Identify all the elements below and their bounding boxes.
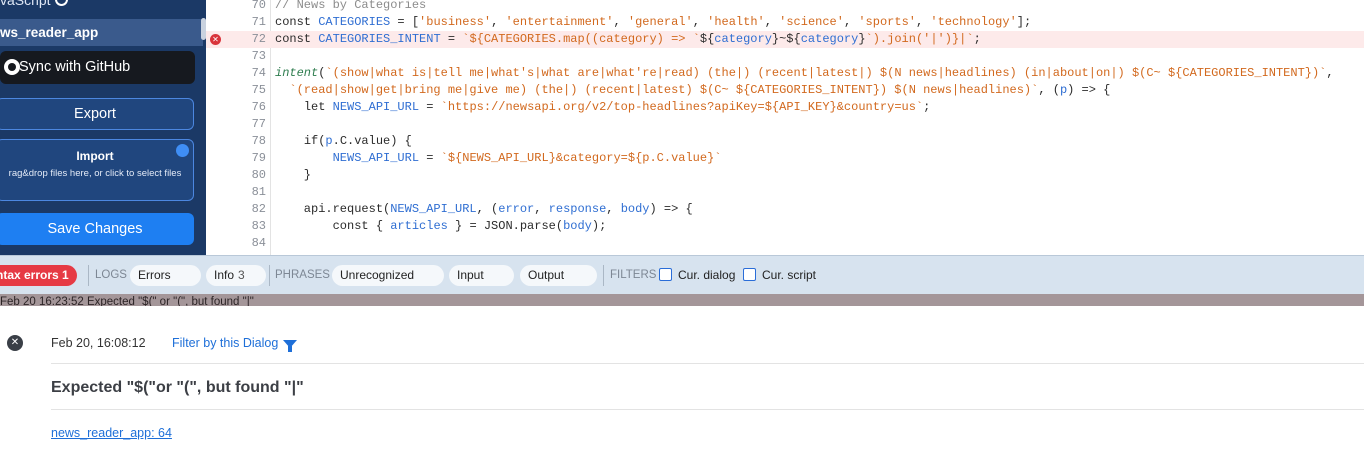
code-text: NEWS_API_URL = `${NEWS_API_URL}&category… [332, 151, 722, 165]
line-number: 83 [251, 219, 266, 233]
code-text: let NEWS_API_URL = `https://newsapi.org/… [303, 100, 931, 114]
code-editor[interactable]: 70 // News by Categories 71 const CATEGORIE… [206, 0, 1364, 255]
github-icon [4, 59, 20, 75]
toolbar-divider [603, 265, 604, 286]
sync-github-button[interactable]: Sync with GitHub [0, 51, 195, 84]
code-line[interactable]: 73 [206, 48, 1364, 65]
code-text: if(p.C.value) { [303, 134, 412, 148]
code-text: const CATEGORIES_INTENT = `${CATEGORIES.… [275, 32, 981, 46]
export-button[interactable]: Export [0, 98, 194, 130]
toolbar-divider [269, 265, 270, 286]
error-detail-panel: ✕ Feb 20, 16:08:12 Filter by this Dialog… [0, 306, 1364, 452]
line-number: 75 [251, 83, 266, 97]
syntax-errors-label: ntax errors [0, 268, 59, 282]
line-number: 82 [251, 202, 266, 216]
line-number: 79 [251, 151, 266, 165]
error-message: Expected "$("or "(", but found "|" [51, 379, 304, 396]
filter-icon [283, 340, 298, 352]
import-dropzone[interactable]: Import rag&drop files here, or click to … [0, 139, 194, 201]
code-text: intent(`(show|what is|tell me|what's|wha… [275, 66, 1334, 80]
info-filter-chip[interactable]: Info 3 [206, 265, 266, 286]
error-marker-icon[interactable]: ✕ [210, 34, 221, 45]
filters-group-label: FILTERS [610, 269, 657, 281]
line-number: 73 [251, 49, 266, 63]
cur-dialog-label: Cur. dialog [678, 268, 736, 282]
output-filter-chip[interactable]: Output [520, 265, 597, 286]
log-entry-collapsed[interactable]: Feb 20 16:23:52 Expected "$(" or "(", bu… [0, 294, 1364, 306]
cur-script-checkbox[interactable]: Cur. script [743, 265, 816, 286]
line-number: 72 [251, 32, 266, 46]
info-filter-label: Info [214, 268, 235, 282]
code-line[interactable]: 78 if(p.C.value) { [206, 133, 1364, 150]
input-filter-chip[interactable]: Input [449, 265, 514, 286]
line-number: 77 [251, 117, 266, 131]
code-line[interactable]: 70 // News by Categories [206, 0, 1364, 14]
info-filter-count: 3 [238, 268, 245, 282]
code-line[interactable]: 77 [206, 116, 1364, 133]
line-number: 78 [251, 134, 266, 148]
project-item[interactable]: ws_reader_app [0, 19, 203, 46]
code-line[interactable]: 80 } [206, 167, 1364, 184]
output-filter-label: Output [528, 268, 565, 282]
checkbox-icon [659, 268, 672, 281]
line-number: 76 [251, 100, 266, 114]
error-location-link[interactable]: news_reader_app: 64 [51, 426, 172, 440]
toolbar-divider [88, 265, 89, 286]
close-icon[interactable]: ✕ [7, 335, 23, 351]
divider [51, 409, 1364, 410]
line-number: 81 [251, 185, 266, 199]
language-label: vaScript [0, 0, 68, 12]
syntax-errors-count: 1 [62, 268, 69, 282]
code-text: const CATEGORIES = ['business', 'enterta… [275, 15, 1032, 29]
filter-by-dialog-link[interactable]: Filter by this Dialog [172, 336, 298, 352]
code-line[interactable]: 74 intent(`(show|what is|tell me|what's|w… [206, 65, 1364, 82]
import-hint: rag&drop files here, or click to select … [8, 168, 182, 179]
line-number: 80 [251, 168, 266, 182]
code-line[interactable]: 75 `(read|show|get|bring me|give me) (th… [206, 82, 1364, 99]
code-line[interactable]: 83 const { articles } = JSON.parse(body)… [206, 218, 1364, 235]
code-line[interactable]: ✕ 72 const CATEGORIES_INTENT = `${CATEGORI… [206, 31, 1364, 48]
unrecognized-filter-chip[interactable]: Unrecognized [332, 265, 444, 286]
log-toolbar: ntax errors 1 LOGS Errors Info 3 PHRASES … [0, 255, 1364, 294]
cur-script-label: Cur. script [762, 268, 817, 282]
code-line[interactable]: 84 [206, 235, 1364, 252]
errors-filter-label: Errors [138, 268, 171, 282]
code-text: `(read|show|get|bring me|give me) (the|)… [289, 83, 1111, 97]
import-info-icon[interactable] [176, 144, 189, 157]
code-line[interactable]: 79 NEWS_API_URL = `${NEWS_API_URL}&categ… [206, 150, 1364, 167]
logs-group-label: LOGS [95, 269, 127, 281]
help-icon[interactable] [54, 0, 68, 6]
code-line[interactable]: 71 const CATEGORIES = ['business', 'enter… [206, 14, 1364, 31]
line-number: 84 [251, 236, 266, 250]
phrases-group-label: PHRASES [275, 269, 330, 281]
line-number: 74 [251, 66, 266, 80]
divider [51, 363, 1364, 364]
line-number: 71 [251, 15, 266, 29]
code-text: } [275, 168, 312, 182]
import-title: Import [76, 149, 114, 163]
code-text: const { articles } = JSON.parse(body); [332, 219, 607, 233]
sidebar: vaScript ws_reader_app Sync with GitHub … [0, 0, 206, 255]
code-line[interactable]: 82 api.request(NEWS_API_URL, (error, res… [206, 201, 1364, 218]
save-changes-button[interactable]: Save Changes [0, 213, 194, 245]
syntax-errors-tab[interactable]: ntax errors 1 [0, 265, 77, 286]
log-entry-text: Feb 20 16:23:52 Expected "$(" or "(", bu… [0, 296, 254, 306]
code-text: api.request(NEWS_API_URL, (error, respon… [275, 202, 693, 216]
code-text: // News by Categories [275, 0, 427, 12]
sync-github-label: Sync with GitHub [19, 59, 131, 75]
code-line[interactable]: 81 [206, 184, 1364, 201]
error-timestamp: Feb 20, 16:08:12 [51, 336, 146, 350]
language-label-text: vaScript [0, 0, 51, 8]
cur-dialog-checkbox[interactable]: Cur. dialog [659, 265, 735, 286]
code-line[interactable]: 76 let NEWS_API_URL = `https://newsapi.o… [206, 99, 1364, 116]
line-number: 70 [251, 0, 266, 12]
input-filter-label: Input [457, 268, 484, 282]
checkbox-icon [743, 268, 756, 281]
filter-by-dialog-label: Filter by this Dialog [172, 336, 279, 350]
errors-filter-chip[interactable]: Errors [130, 265, 201, 286]
unrecognized-filter-label: Unrecognized [340, 268, 415, 282]
